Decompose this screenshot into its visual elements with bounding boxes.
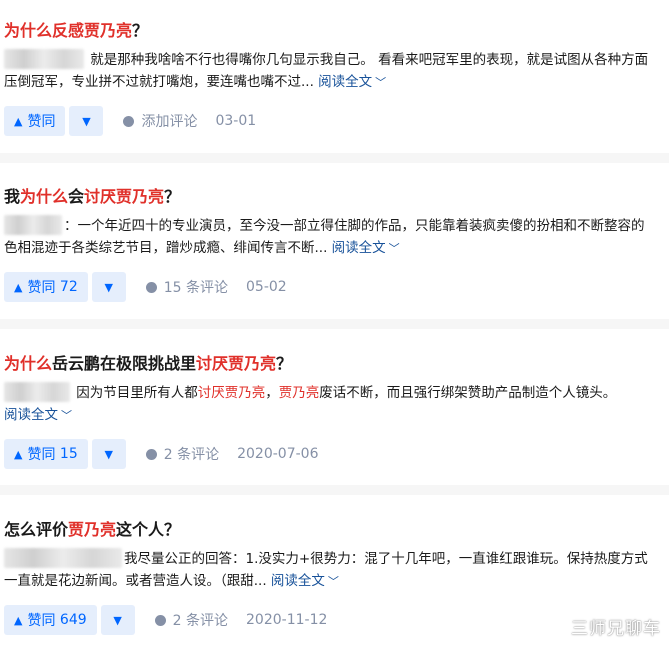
text-segment: 废话不断，而且强行绑架赞助产品制造个人镜头。 bbox=[319, 385, 617, 401]
answer-excerpt[interactable]: 就是那种我啥啥不行也得嘴你几句显示我自己。 看看来吧冠军里的表现，就是试图从各种… bbox=[4, 49, 654, 94]
triangle-down-icon: ▼ bbox=[82, 114, 91, 128]
text-segment: ：一个年近四十的专业演员，至今没一部立得住脚的作品，只能靠着装疯卖傻的扮相和不断… bbox=[4, 218, 645, 256]
blurred-author bbox=[4, 548, 122, 568]
highlighted-keyword: 讨厌贾乃亮 bbox=[196, 354, 277, 373]
comment-bubble-icon bbox=[145, 448, 157, 460]
text-segment: ？ bbox=[276, 354, 293, 373]
highlighted-keyword: 贾乃亮 bbox=[68, 520, 117, 539]
downvote-button[interactable]: ▼ bbox=[91, 439, 126, 469]
highlighted-keyword: 讨厌贾乃亮 bbox=[84, 187, 165, 206]
text-segment: ？ bbox=[132, 21, 149, 40]
vote-count: 649 bbox=[59, 612, 87, 628]
highlighted-keyword: 贾乃亮 bbox=[278, 385, 320, 401]
answer-actions: ▲ 赞同 ▼ 添加评论 03-01 bbox=[4, 106, 256, 136]
highlighted-keyword: 为什么 bbox=[20, 187, 69, 206]
upvote-button[interactable]: ▲ 赞同 72 bbox=[4, 272, 88, 302]
comment-bubble-icon bbox=[123, 115, 135, 127]
answer-actions: ▲ 赞同 15 ▼ 2 条评论 2020-07-06 bbox=[4, 439, 318, 469]
downvote-button[interactable]: ▼ bbox=[100, 605, 135, 635]
chevron-down-icon: ﹀ bbox=[375, 76, 387, 89]
text-segment: 这个人？ bbox=[116, 520, 181, 539]
text-segment: 怎么评价 bbox=[4, 520, 69, 539]
triangle-down-icon: ▼ bbox=[104, 447, 113, 461]
highlighted-keyword: 为什么反感贾乃亮 bbox=[4, 21, 133, 40]
triangle-down-icon: ▼ bbox=[113, 613, 122, 627]
comment-button[interactable]: 添加评论 bbox=[123, 111, 197, 131]
upvote-button[interactable]: ▲ 赞同 bbox=[4, 106, 66, 136]
chevron-down-icon: ﹀ bbox=[327, 575, 339, 588]
card-divider bbox=[0, 153, 669, 163]
blurred-author bbox=[4, 49, 84, 69]
comment-bubble-icon bbox=[154, 614, 166, 626]
watermark: 三师兄聊车 bbox=[571, 619, 661, 639]
comment-button[interactable]: 2 条评论 bbox=[145, 444, 219, 464]
text-segment: 我 bbox=[4, 187, 21, 206]
comment-button[interactable]: 15 条评论 bbox=[145, 277, 228, 297]
answer-card: 为什么岳云鹏在极限挑战里讨厌贾乃亮？ 因为节目里所有人都讨厌贾乃亮，贾乃亮废话不… bbox=[0, 329, 669, 485]
highlighted-keyword: 为什么 bbox=[4, 354, 53, 373]
text-segment: ， bbox=[265, 385, 279, 401]
answer-card: 我为什么会讨厌贾乃亮？ ：一个年近四十的专业演员，至今没一部立得住脚的作品，只能… bbox=[0, 163, 669, 319]
triangle-up-icon: ▲ bbox=[14, 613, 23, 627]
chevron-down-icon: ﹀ bbox=[61, 409, 72, 422]
triangle-down-icon: ▼ bbox=[104, 280, 113, 294]
card-divider bbox=[0, 319, 669, 329]
triangle-up-icon: ▲ bbox=[14, 280, 23, 294]
answer-actions: ▲ 赞同 72 ▼ 15 条评论 05-02 bbox=[4, 272, 287, 302]
answer-card: 为什么反感贾乃亮？ 就是那种我啥啥不行也得嘴你几句显示我自己。 看看来吧冠军里的… bbox=[0, 0, 669, 153]
vote-count: 72 bbox=[59, 279, 78, 295]
vote-count: 15 bbox=[59, 446, 78, 462]
text-segment: 会 bbox=[68, 187, 85, 206]
answer-date: 2020-07-06 bbox=[237, 446, 319, 462]
highlighted-keyword: 讨厌贾乃亮 bbox=[197, 385, 266, 401]
answer-excerpt[interactable]: 因为节目里所有人都讨厌贾乃亮，贾乃亮废话不断，而且强行绑架赞助产品制造个人镜头。… bbox=[4, 382, 654, 427]
downvote-button[interactable]: ▼ bbox=[69, 106, 104, 136]
answer-title[interactable]: 为什么岳云鹏在极限挑战里讨厌贾乃亮？ bbox=[4, 353, 292, 375]
answer-date: 03-01 bbox=[215, 113, 257, 129]
upvote-button[interactable]: ▲ 赞同 649 bbox=[4, 605, 97, 635]
blurred-author bbox=[4, 215, 62, 235]
answer-date: 05-02 bbox=[246, 279, 287, 295]
answer-excerpt[interactable]: ：一个年近四十的专业演员，至今没一部立得住脚的作品，只能靠着装疯卖傻的扮相和不断… bbox=[4, 215, 654, 260]
triangle-up-icon: ▲ bbox=[14, 114, 23, 128]
answer-title[interactable]: 我为什么会讨厌贾乃亮？ bbox=[4, 186, 180, 208]
chevron-down-icon: ﹀ bbox=[388, 242, 400, 255]
answer-card: 怎么评价贾乃亮这个人？ 我尽量公正的回答：1.没实力+很势力：混了十几年吧，一直… bbox=[0, 495, 669, 649]
upvote-button[interactable]: ▲ 赞同 15 bbox=[4, 439, 88, 469]
read-more-link[interactable]: 阅读全文 ﹀ bbox=[4, 407, 72, 423]
downvote-button[interactable]: ▼ bbox=[91, 272, 126, 302]
answer-excerpt[interactable]: 我尽量公正的回答：1.没实力+很势力：混了十几年吧，一直谁红跟谁玩。保持热度方式… bbox=[4, 548, 654, 593]
text-segment: 岳云鹏在极限挑战里 bbox=[52, 354, 197, 373]
text-segment: 因为节目里所有人都 bbox=[72, 385, 198, 401]
triangle-up-icon: ▲ bbox=[14, 447, 23, 461]
card-divider bbox=[0, 485, 669, 495]
comment-button[interactable]: 2 条评论 bbox=[154, 610, 228, 630]
blurred-author bbox=[4, 382, 70, 402]
answer-actions: ▲ 赞同 649 ▼ 2 条评论 2020-11-12 bbox=[4, 605, 327, 635]
read-more-link[interactable]: 阅读全文 ﹀ bbox=[332, 240, 400, 256]
answer-date: 2020-11-12 bbox=[246, 612, 328, 628]
answer-title[interactable]: 为什么反感贾乃亮？ bbox=[4, 20, 148, 42]
read-more-link[interactable]: 阅读全文 ﹀ bbox=[318, 74, 386, 90]
answer-title[interactable]: 怎么评价贾乃亮这个人？ bbox=[4, 519, 180, 541]
text-segment: ？ bbox=[164, 187, 181, 206]
comment-bubble-icon bbox=[145, 281, 157, 293]
read-more-link[interactable]: 阅读全文 ﹀ bbox=[271, 573, 339, 589]
